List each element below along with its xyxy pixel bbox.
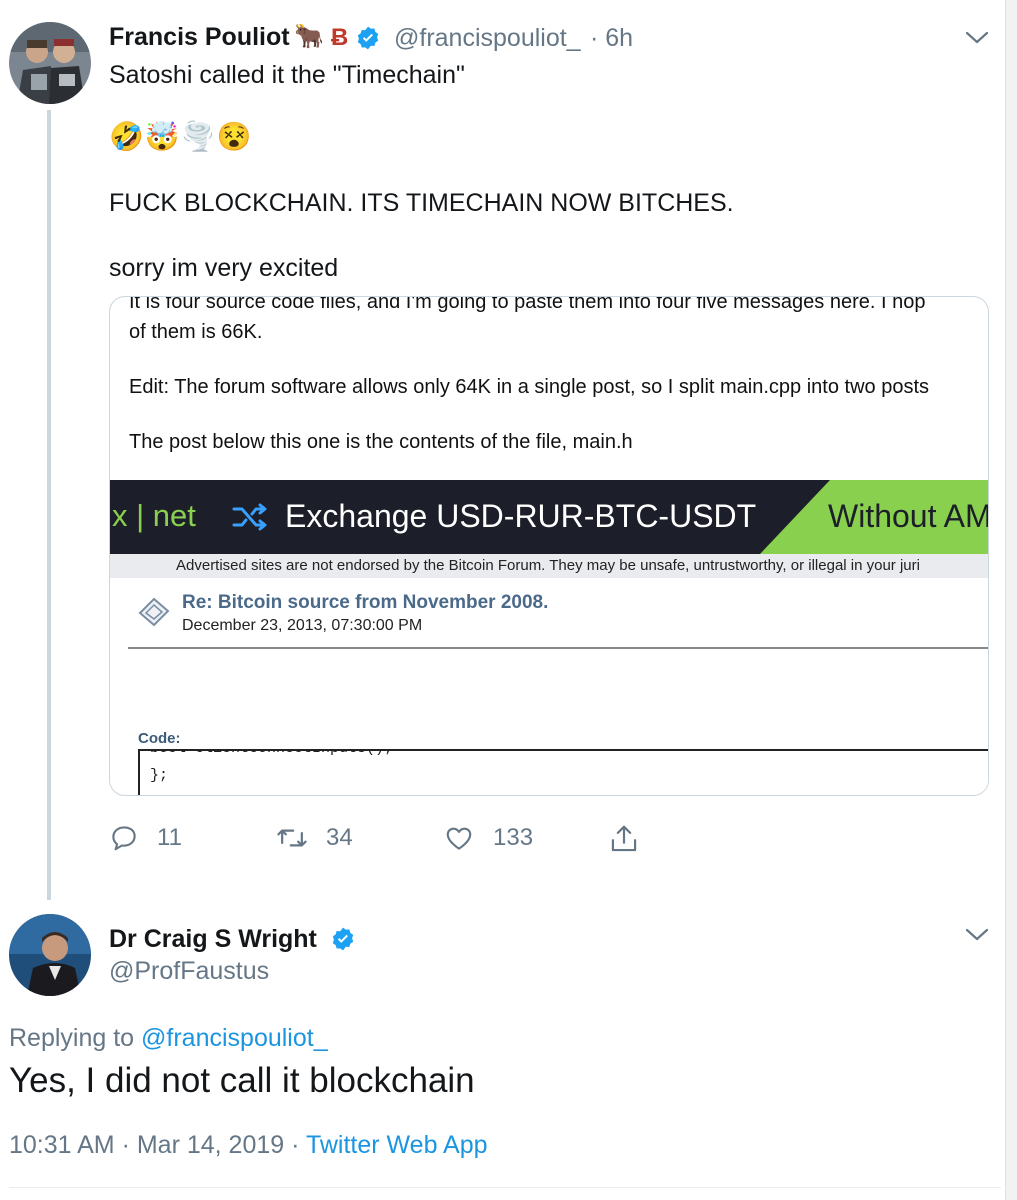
post-icon: [136, 595, 172, 634]
like-count: 133: [493, 824, 534, 851]
replying-handle-link[interactable]: @francispouliot_: [141, 1024, 328, 1052]
heart-icon: [446, 827, 472, 850]
tweet-text: Yes, I did not call it blockchain: [9, 1061, 475, 1100]
code-line: };: [150, 767, 169, 784]
emoji-row: 🤣🤯🌪️😵: [109, 121, 253, 152]
tweet-text-line: Satoshi called it the "Timechain": [109, 61, 465, 89]
ad-banner: x | net Exchange USD-RUR-BTC-USDT Withou…: [110, 480, 989, 554]
divider: [9, 1187, 1001, 1188]
reply-icon: [112, 826, 136, 851]
tweet-text-line: sorry im very excited: [109, 254, 339, 282]
verified-icon: [355, 25, 381, 56]
replying-to: Replying to @francispouliot_: [9, 1024, 328, 1053]
retweet-icon: [277, 829, 307, 847]
thread-connector: [47, 110, 51, 900]
tweet-time[interactable]: · 6h: [590, 24, 633, 53]
ad-disclaimer: Advertised sites are not endorsed by the…: [110, 554, 988, 578]
ad-cta: Without AM: [828, 498, 989, 534]
tweet-time[interactable]: 10:31 AM: [9, 1131, 115, 1159]
ad-logo: x | net: [112, 498, 196, 533]
shuffle-icon: [232, 502, 268, 537]
verified-icon: [330, 926, 356, 957]
forum-text: of them is 66K.: [129, 321, 263, 343]
forum-post-date: December 23, 2013, 07:30:00 PM: [182, 617, 423, 634]
tweet-meta: 10:31 AM · Mar 14, 2019 · Twitter Web Ap…: [9, 1131, 488, 1159]
chevron-down-icon[interactable]: [964, 927, 990, 948]
author-handle[interactable]: @francispouliot_: [394, 24, 581, 53]
reply-button[interactable]: 11: [109, 823, 182, 853]
attached-image[interactable]: It is four source code files, and I'm go…: [109, 296, 989, 796]
author-name[interactable]: Dr Craig S Wright: [109, 925, 317, 954]
share-icon: [611, 825, 637, 852]
forum-post-title[interactable]: Re: Bitcoin source from November 2008.: [182, 592, 548, 614]
retweet-button[interactable]: 34: [276, 823, 353, 853]
code-line: bool ClientConnectInputs();: [150, 751, 393, 757]
code-box: bool ClientConnectInputs(); };: [138, 749, 988, 795]
avatar[interactable]: [9, 914, 91, 996]
tweet-date[interactable]: Mar 14, 2019: [137, 1131, 284, 1159]
chevron-down-icon[interactable]: [964, 30, 990, 51]
author-handle[interactable]: @ProfFaustus: [109, 957, 269, 986]
like-button[interactable]: 133: [443, 823, 533, 853]
scrollbar[interactable]: [1005, 0, 1017, 1200]
share-button[interactable]: [609, 823, 639, 860]
bitcoin-badge: Ƀ: [331, 24, 349, 51]
bull-emoji: 🐂: [294, 23, 324, 50]
author-name[interactable]: Francis Pouliot: [109, 23, 290, 52]
reply-count: 11: [157, 824, 182, 851]
divider: [128, 647, 988, 649]
forum-text: The post below this one is the contents …: [129, 431, 633, 453]
forum-text: Edit: The forum software allows only 64K…: [129, 376, 930, 398]
tweet-source-link[interactable]: Twitter Web App: [306, 1131, 488, 1159]
avatar[interactable]: [9, 22, 91, 104]
ad-text: Exchange USD-RUR-BTC-USDT: [285, 498, 757, 534]
tweet-text-line: FUCK BLOCKCHAIN. ITS TIMECHAIN NOW BITCH…: [109, 189, 734, 217]
retweet-count: 34: [326, 824, 353, 851]
code-label: Code:: [138, 730, 181, 747]
forum-text-clipped: It is four source code files, and I'm go…: [129, 296, 926, 313]
replying-prefix: Replying to: [9, 1024, 142, 1052]
